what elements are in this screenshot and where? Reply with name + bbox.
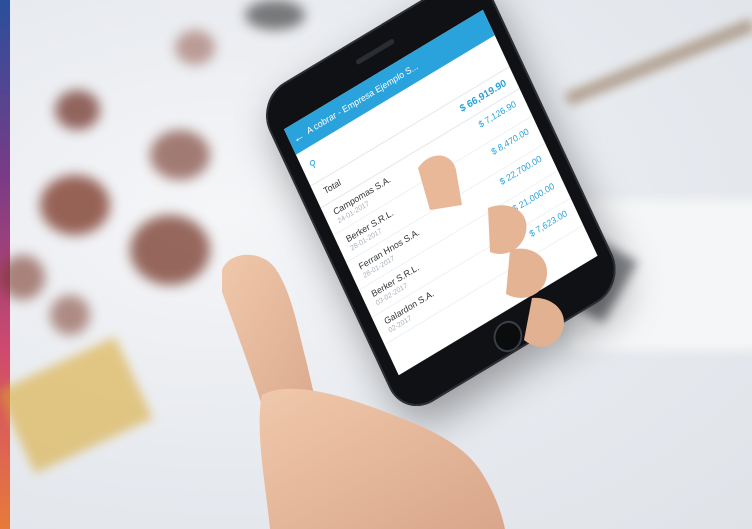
total-label: Total <box>321 177 343 197</box>
search-icon[interactable]: ⚲ <box>308 157 319 171</box>
speaker-grille <box>355 38 396 66</box>
phone-scene: ← A cobrar - Empresa Ejemplo S... ⚲ Tota… <box>0 0 752 529</box>
home-button[interactable] <box>488 315 528 358</box>
phone-screen: ← A cobrar - Empresa Ejemplo S... ⚲ Tota… <box>283 9 598 376</box>
smartphone: ← A cobrar - Empresa Ejemplo S... ⚲ Tota… <box>255 0 627 419</box>
